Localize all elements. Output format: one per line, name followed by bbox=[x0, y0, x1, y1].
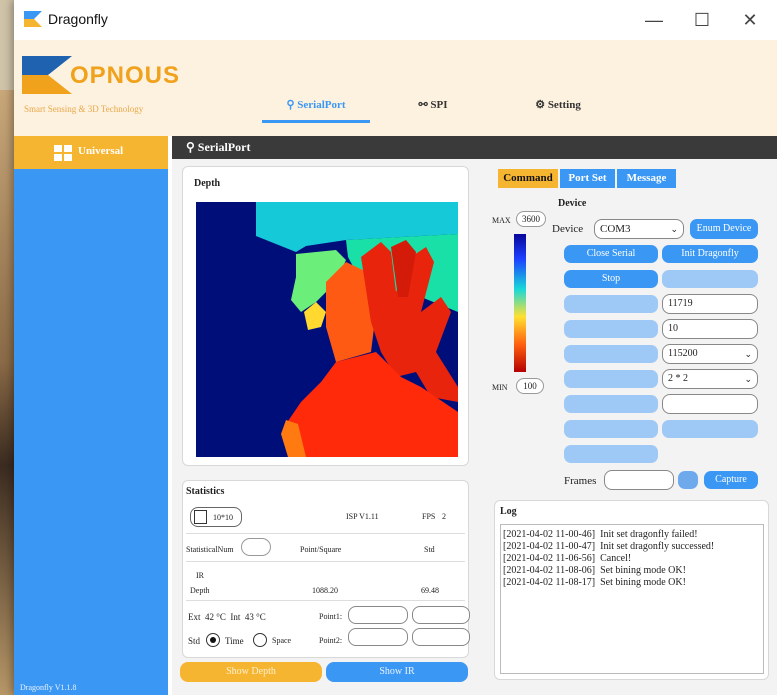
disabled-button[interactable] bbox=[662, 270, 758, 288]
enum-device-button[interactable]: Enum Device bbox=[690, 219, 758, 239]
device-select[interactable]: COM3 ⌄ bbox=[594, 219, 684, 239]
empty-field[interactable] bbox=[662, 394, 758, 414]
gear-icon: ⚙ bbox=[535, 99, 548, 111]
depth-title: Depth bbox=[194, 178, 221, 189]
point2-input-2[interactable] bbox=[412, 628, 470, 646]
sidebar bbox=[14, 136, 168, 695]
capture-button[interactable]: Capture bbox=[704, 471, 758, 489]
log-entry: [2021-04-02 11-08-06] Set bining mode OK… bbox=[503, 565, 686, 576]
app-title: Dragonfly bbox=[48, 11, 108, 27]
device-title: Device bbox=[558, 198, 587, 209]
log-entry: [2021-04-02 11-00-46] Init set dragonfly… bbox=[503, 529, 698, 540]
fps-label: FPS bbox=[422, 512, 436, 521]
colorbar-max-label: MAX bbox=[492, 216, 511, 225]
version-label: Dragonfly V1.1.8 bbox=[20, 683, 77, 692]
log-entry: [2021-04-02 11-06-56] Cancel! bbox=[503, 553, 632, 564]
region-checkbox[interactable] bbox=[194, 510, 207, 524]
app-window: Dragonfly — ☐ ✕ OPNOUS Smart Sensing & 3… bbox=[14, 0, 777, 695]
time-radio-label: Time bbox=[225, 636, 244, 646]
log-entry: [2021-04-02 11-00-47] Init set dragonfly… bbox=[503, 541, 715, 552]
close-button[interactable]: ✕ bbox=[730, 6, 770, 34]
logo-text: OPNOUS bbox=[70, 62, 181, 89]
colorbar-min-value[interactable]: 100 bbox=[516, 378, 544, 394]
show-depth-button[interactable]: Show Depth bbox=[180, 662, 322, 682]
chevron-down-icon: ⌄ bbox=[744, 374, 752, 384]
colorbar-max-value[interactable]: 3600 bbox=[516, 211, 546, 227]
device-label: Device bbox=[552, 223, 584, 235]
depth-image bbox=[196, 202, 458, 457]
sidebar-item-label: Universal bbox=[78, 145, 124, 157]
colorbar bbox=[514, 234, 526, 372]
binning-select[interactable]: 2 * 2 ⌄ bbox=[662, 369, 758, 389]
point-square-label: Point/Square bbox=[300, 545, 342, 554]
tab-setting[interactable]: ⚙ Setting bbox=[518, 97, 598, 127]
tab-spi[interactable]: ⚯ SPI bbox=[398, 97, 468, 127]
fps-value: 2 bbox=[442, 512, 446, 521]
disabled-button[interactable] bbox=[564, 345, 658, 363]
tab-command[interactable]: Command bbox=[498, 169, 558, 188]
value-field-2[interactable]: 10 bbox=[662, 319, 758, 339]
app-logo-icon bbox=[24, 11, 42, 27]
point1-input-2[interactable] bbox=[412, 606, 470, 624]
log-title: Log bbox=[500, 506, 517, 517]
temperature-readout: Ext 42 °C Int 43 °C bbox=[188, 612, 266, 622]
frames-input[interactable] bbox=[604, 470, 674, 490]
log-entry: [2021-04-02 11-08-17] Set bining mode OK… bbox=[503, 577, 686, 588]
divider bbox=[186, 561, 465, 562]
close-serial-button[interactable]: Close Serial bbox=[564, 245, 658, 263]
opnous-logo-icon bbox=[22, 56, 72, 94]
depth-std-value: 69.48 bbox=[421, 586, 439, 595]
chip-icon: ⚯ bbox=[418, 99, 431, 111]
chevron-down-icon: ⌄ bbox=[744, 349, 752, 359]
colorbar-min-label: MIN bbox=[492, 383, 508, 392]
tab-port-set[interactable]: Port Set bbox=[560, 169, 615, 188]
disabled-button[interactable] bbox=[564, 395, 658, 413]
time-radio[interactable] bbox=[206, 633, 220, 647]
statistics-title: Statistics bbox=[186, 486, 225, 497]
log-list[interactable]: [2021-04-02 11-00-46] Init set dragonfly… bbox=[500, 524, 764, 674]
divider bbox=[186, 600, 465, 601]
show-ir-button[interactable]: Show IR bbox=[326, 662, 468, 682]
disabled-button[interactable] bbox=[564, 445, 658, 463]
std-radio-label: Std bbox=[188, 636, 201, 646]
point1-input[interactable] bbox=[348, 606, 408, 624]
tab-active-indicator bbox=[262, 120, 370, 123]
init-dragonfly-button[interactable]: Init Dragonfly bbox=[662, 245, 758, 263]
depth-mean-value: 1088.20 bbox=[312, 586, 338, 595]
space-radio[interactable] bbox=[253, 633, 267, 647]
frames-label: Frames bbox=[564, 475, 597, 487]
std-header: Std bbox=[424, 545, 435, 554]
logo-tagline: Smart Sensing & 3D Technology bbox=[24, 104, 144, 114]
value-field-1[interactable]: 11719 bbox=[662, 294, 758, 314]
divider bbox=[186, 533, 465, 534]
stat-num-label: StatisticalNum bbox=[186, 545, 234, 554]
baud-rate-select[interactable]: 115200 ⌄ bbox=[662, 344, 758, 364]
disabled-button[interactable] bbox=[662, 420, 758, 438]
minimize-button[interactable]: — bbox=[634, 6, 674, 34]
maximize-button[interactable]: ☐ bbox=[682, 6, 722, 34]
point2-label: Point2: bbox=[319, 636, 343, 645]
stop-button[interactable]: Stop bbox=[564, 270, 658, 288]
isp-version: ISP V1.11 bbox=[346, 512, 379, 521]
plug-icon: ⚲ bbox=[286, 99, 298, 111]
frames-spin-button[interactable] bbox=[678, 471, 698, 489]
disabled-button[interactable] bbox=[564, 370, 658, 388]
point1-label: Point1: bbox=[319, 612, 343, 621]
space-radio-label: Space bbox=[272, 636, 292, 645]
region-selector[interactable]: 10*10 bbox=[190, 507, 242, 527]
section-title: ⚲ SerialPort bbox=[186, 140, 251, 154]
ir-label: IR bbox=[196, 571, 204, 580]
chevron-down-icon: ⌄ bbox=[670, 224, 678, 234]
point2-input[interactable] bbox=[348, 628, 408, 646]
tab-message[interactable]: Message bbox=[617, 169, 676, 188]
plug-icon: ⚲ bbox=[186, 140, 198, 154]
grid-icon bbox=[54, 145, 72, 161]
disabled-button[interactable] bbox=[564, 320, 658, 338]
disabled-button[interactable] bbox=[564, 420, 658, 438]
disabled-button[interactable] bbox=[564, 295, 658, 313]
section-header bbox=[172, 136, 777, 159]
depth-row-label: Depth bbox=[190, 586, 210, 595]
stat-num-input[interactable] bbox=[241, 538, 271, 556]
